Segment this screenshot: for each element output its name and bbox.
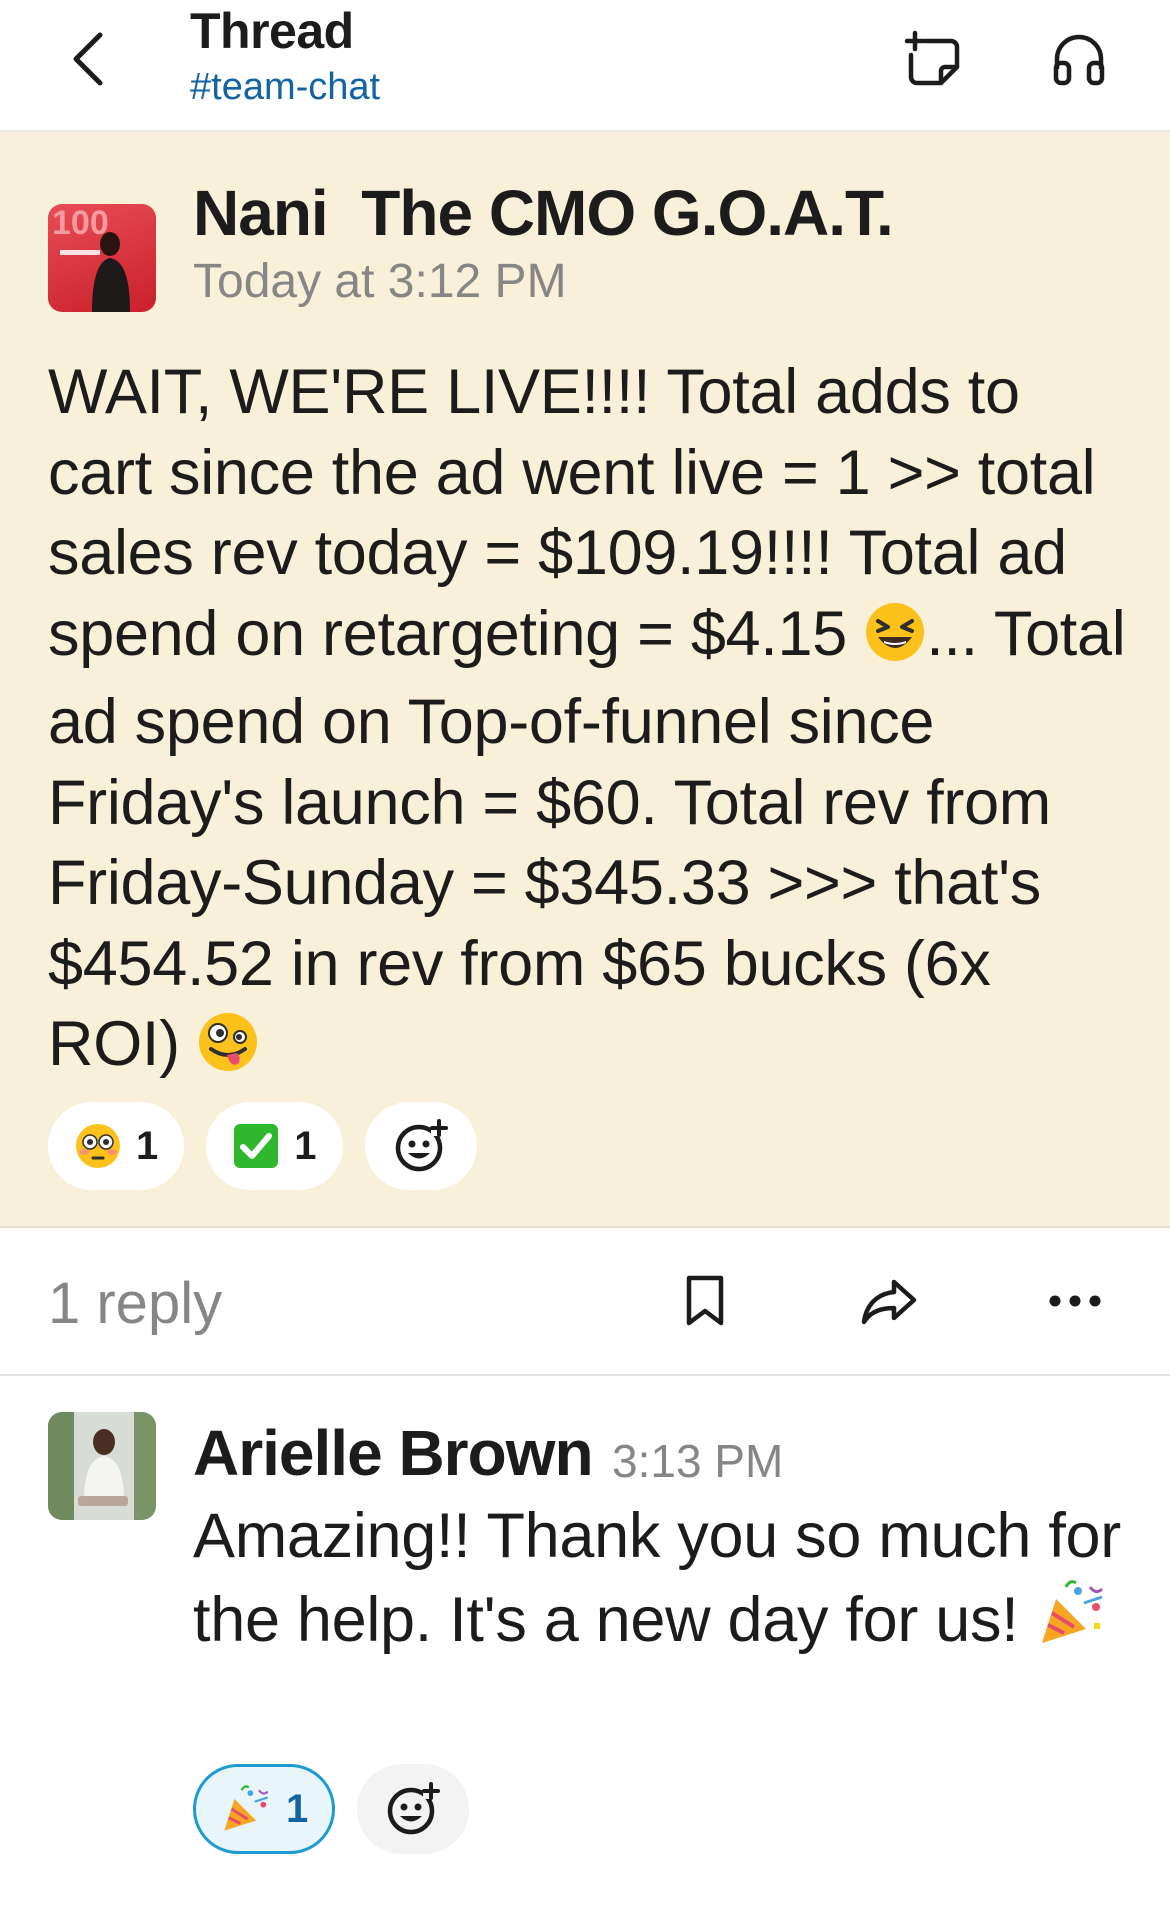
reply-bar: 1 reply: [0, 1228, 1170, 1376]
reaction-check[interactable]: 1: [206, 1102, 343, 1190]
profile-photo-icon: [48, 1412, 156, 1520]
add-reaction-button[interactable]: [364, 1102, 477, 1190]
share-button[interactable]: [855, 1266, 925, 1336]
huddle-button[interactable]: [1046, 26, 1112, 92]
save-for-later-button[interactable]: [670, 1266, 740, 1336]
message-text-part-2: ... Total ad spend on Top-of-funnel sinc…: [48, 598, 1126, 1080]
message-author[interactable]: Arielle Brown: [193, 1416, 594, 1490]
party-popper-icon: [224, 1785, 269, 1831]
channel-link[interactable]: #team-chat: [190, 66, 380, 109]
party-popper-icon: [1036, 1577, 1108, 1669]
message-timestamp: 3:13 PM: [612, 1435, 784, 1487]
reply-text: Amazing!! Thank you so much for the help…: [193, 1501, 1121, 1655]
more-icon: [1049, 1295, 1101, 1307]
thread-screen: Thread #team-chat 100 Nani The CMO G.O.A…: [0, 0, 1170, 1905]
reaction-party-popper[interactable]: 1: [193, 1764, 336, 1854]
zany-face-icon: [197, 1011, 259, 1093]
reactions-bar: 1: [193, 1764, 470, 1854]
profile-photo-icon: 100: [52, 204, 130, 312]
reaction-count: 1: [136, 1123, 159, 1168]
message-author[interactable]: Nani The CMO G.O.A.T.: [193, 176, 894, 250]
more-actions-button[interactable]: [1040, 1266, 1110, 1336]
bookmark-icon: [686, 1275, 724, 1326]
back-button[interactable]: [58, 24, 118, 94]
share-icon: [861, 1279, 917, 1325]
message-body: Amazing!! Thank you so much for the help…: [193, 1496, 1133, 1668]
parent-message: 100 Nani The CMO G.O.A.T. Today at 3:12 …: [0, 132, 1170, 1228]
avatar[interactable]: 100: [48, 204, 156, 312]
reaction-count: 1: [294, 1123, 317, 1168]
add-reaction-button[interactable]: [357, 1764, 470, 1854]
laughing-face-icon: [864, 601, 926, 683]
reply-message: Arielle Brown 3:13 PM Amazing!! Thank yo…: [0, 1378, 1170, 1905]
message-timestamp: Today at 3:12 PM: [193, 255, 567, 308]
add-emoji-icon: [395, 1119, 448, 1172]
page-title: Thread: [190, 3, 354, 59]
chevron-left-icon: [73, 32, 103, 86]
svg-text:100: 100: [52, 204, 109, 242]
headphones-icon: [1053, 34, 1105, 86]
canvas-add-button[interactable]: [900, 26, 966, 92]
canvas-add-icon: [904, 30, 960, 86]
thread-header: Thread #team-chat: [0, 0, 1170, 132]
reply-count: 1 reply: [48, 1271, 223, 1336]
reactions-bar: 1 1: [48, 1102, 477, 1190]
flushed-face-icon: [76, 1124, 120, 1168]
reaction-count: 1: [286, 1786, 309, 1831]
avatar[interactable]: [48, 1412, 156, 1520]
white-check-mark-icon: [234, 1124, 279, 1168]
message-body: WAIT, WE'RE LIVE!!!! Total adds to cart …: [48, 352, 1128, 1093]
add-emoji-icon: [388, 1782, 441, 1835]
reaction-flushed[interactable]: 1: [48, 1102, 185, 1190]
